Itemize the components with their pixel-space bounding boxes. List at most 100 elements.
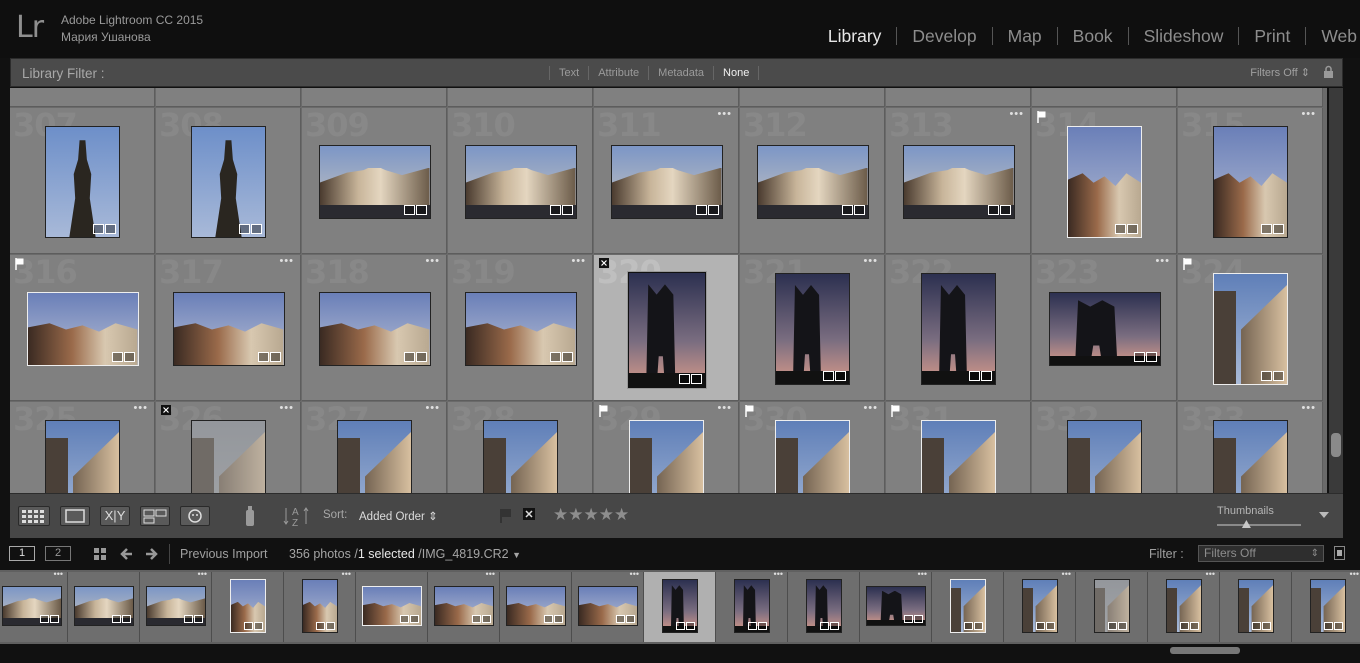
keyword-badge-icon[interactable] <box>676 622 685 630</box>
photo-thumbnail[interactable] <box>483 420 558 493</box>
photo-thumbnail[interactable] <box>45 420 120 493</box>
thumbnail-size-slider[interactable] <box>1217 524 1301 526</box>
window-1-button[interactable]: 1 <box>9 546 35 561</box>
filmstrip-thumbnail[interactable] <box>1310 579 1346 633</box>
collection-badge-icon[interactable] <box>122 615 131 623</box>
triangle-down-icon[interactable]: ▼ <box>512 550 521 560</box>
keyword-badge-icon[interactable] <box>1133 352 1145 362</box>
collection-badge-icon[interactable] <box>123 352 135 362</box>
collection-badge-icon[interactable] <box>1334 622 1343 630</box>
collection-badge-icon[interactable] <box>707 205 719 215</box>
grid-view-button[interactable] <box>18 506 50 526</box>
more-options-icon[interactable]: ••• <box>1155 255 1170 267</box>
rating-stars[interactable]: ★★★★★ <box>553 505 629 525</box>
keyword-badge-icon[interactable] <box>1036 622 1045 630</box>
module-map[interactable]: Map <box>993 27 1058 45</box>
more-options-icon[interactable]: ••• <box>1301 402 1316 414</box>
keyword-badge-icon[interactable] <box>1115 224 1126 234</box>
lock-icon[interactable] <box>1323 65 1334 79</box>
collection-badge-icon[interactable] <box>269 352 281 362</box>
collection-badge-icon[interactable] <box>690 374 702 384</box>
grid-cell[interactable]: 313 ••• <box>886 108 1031 254</box>
more-options-icon[interactable]: ••• <box>198 572 207 579</box>
collection-badge-icon[interactable] <box>835 371 846 381</box>
grid-cell[interactable]: 317 ••• <box>156 255 301 401</box>
keyword-badge-icon[interactable] <box>823 371 834 381</box>
more-options-icon[interactable]: ••• <box>133 402 148 414</box>
grid-cell[interactable] <box>448 88 593 107</box>
filmstrip-thumbnail[interactable] <box>578 586 638 626</box>
filmstrip-cell[interactable] <box>356 572 428 642</box>
grid-cell[interactable]: 314 <box>1032 108 1177 254</box>
more-options-icon[interactable]: ••• <box>1062 572 1071 579</box>
photo-thumbnail[interactable] <box>1213 273 1288 385</box>
collection-badge-icon[interactable] <box>561 352 573 362</box>
filmstrip-cell[interactable] <box>1076 572 1148 642</box>
photo-thumbnail[interactable] <box>172 292 285 366</box>
keyword-badge-icon[interactable] <box>111 352 123 362</box>
photo-thumbnail[interactable] <box>902 145 1015 219</box>
filmstrip-cell[interactable]: ••• <box>1004 572 1076 642</box>
grid-cell[interactable]: 315 ••• <box>1178 108 1323 254</box>
photo-thumbnail[interactable] <box>921 273 996 385</box>
more-options-icon[interactable]: ••• <box>1301 108 1316 120</box>
filmstrip-thumbnail[interactable] <box>1166 579 1202 633</box>
filmstrip-cell[interactable] <box>788 572 860 642</box>
keyword-badge-icon[interactable] <box>244 622 253 630</box>
pick-flag-icon[interactable] <box>745 405 755 417</box>
collection-badge-icon[interactable] <box>251 224 262 234</box>
grid-cell[interactable]: 319 ••• <box>448 255 593 401</box>
keyword-badge-icon[interactable] <box>616 615 625 623</box>
photo-thumbnail[interactable] <box>626 271 707 389</box>
filmstrip-lock-toggle[interactable] <box>1334 546 1345 560</box>
spray-can-icon[interactable] <box>242 504 258 528</box>
collection-badge-icon[interactable] <box>626 615 635 623</box>
grid-cell[interactable]: 321 ••• <box>740 255 885 401</box>
grid-cell[interactable]: 332 <box>1032 402 1177 493</box>
photo-thumbnail[interactable] <box>464 145 577 219</box>
filmstrip-cell[interactable] <box>68 572 140 642</box>
grid-scroll-thumb[interactable] <box>1331 433 1341 457</box>
survey-view-button[interactable] <box>140 506 170 526</box>
filmstrip-cell[interactable] <box>212 572 284 642</box>
collection-badge-icon[interactable] <box>415 205 427 215</box>
filmstrip-thumbnail[interactable] <box>302 579 338 633</box>
keyword-badge-icon[interactable] <box>549 205 561 215</box>
collection-badge-icon[interactable] <box>1145 352 1157 362</box>
keyword-badge-icon[interactable] <box>549 352 561 362</box>
flag-pick-icon[interactable] <box>499 508 513 524</box>
keyword-badge-icon[interactable] <box>184 615 193 623</box>
toolbar-menu-chevron-icon[interactable] <box>1318 511 1330 519</box>
keyword-badge-icon[interactable] <box>904 615 913 623</box>
collection-badge-icon[interactable] <box>974 622 983 630</box>
filmstrip-thumbnail[interactable] <box>506 586 566 626</box>
window-2-button[interactable]: 2 <box>45 546 71 561</box>
keyword-badge-icon[interactable] <box>239 224 250 234</box>
compare-view-button[interactable]: X|Y <box>100 506 130 526</box>
filmstrip-thumbnail[interactable] <box>1094 579 1130 633</box>
grid-cell[interactable] <box>740 88 885 107</box>
filmstrip-cell[interactable]: ••• <box>716 572 788 642</box>
module-book[interactable]: Book <box>1058 27 1129 45</box>
keyword-badge-icon[interactable] <box>820 622 829 630</box>
photo-thumbnail[interactable] <box>26 292 139 366</box>
filmstrip-scrollbar[interactable] <box>1170 647 1240 654</box>
module-develop[interactable]: Develop <box>897 27 993 45</box>
filter-tab-text[interactable]: Text <box>549 66 588 80</box>
keyword-badge-icon[interactable] <box>316 622 325 630</box>
filmstrip-thumbnail[interactable] <box>1238 579 1274 633</box>
filmstrip-cell[interactable]: ••• <box>1292 572 1360 642</box>
keyword-badge-icon[interactable] <box>472 615 481 623</box>
filmstrip-thumbnail[interactable] <box>1022 579 1058 633</box>
filmstrip-thumbnail[interactable] <box>734 579 770 633</box>
collection-badge-icon[interactable] <box>1262 622 1271 630</box>
module-library[interactable]: Library <box>813 27 898 45</box>
photo-thumbnail[interactable] <box>1048 292 1161 366</box>
pick-flag-icon[interactable] <box>15 258 25 270</box>
more-options-icon[interactable]: ••• <box>571 255 586 267</box>
filmstrip-thumbnail[interactable] <box>806 579 842 633</box>
loupe-view-button[interactable] <box>60 506 90 526</box>
collection-badge-icon[interactable] <box>981 371 992 381</box>
reject-flag-icon[interactable] <box>599 258 609 270</box>
grid-cell[interactable]: 318 ••• <box>302 255 447 401</box>
